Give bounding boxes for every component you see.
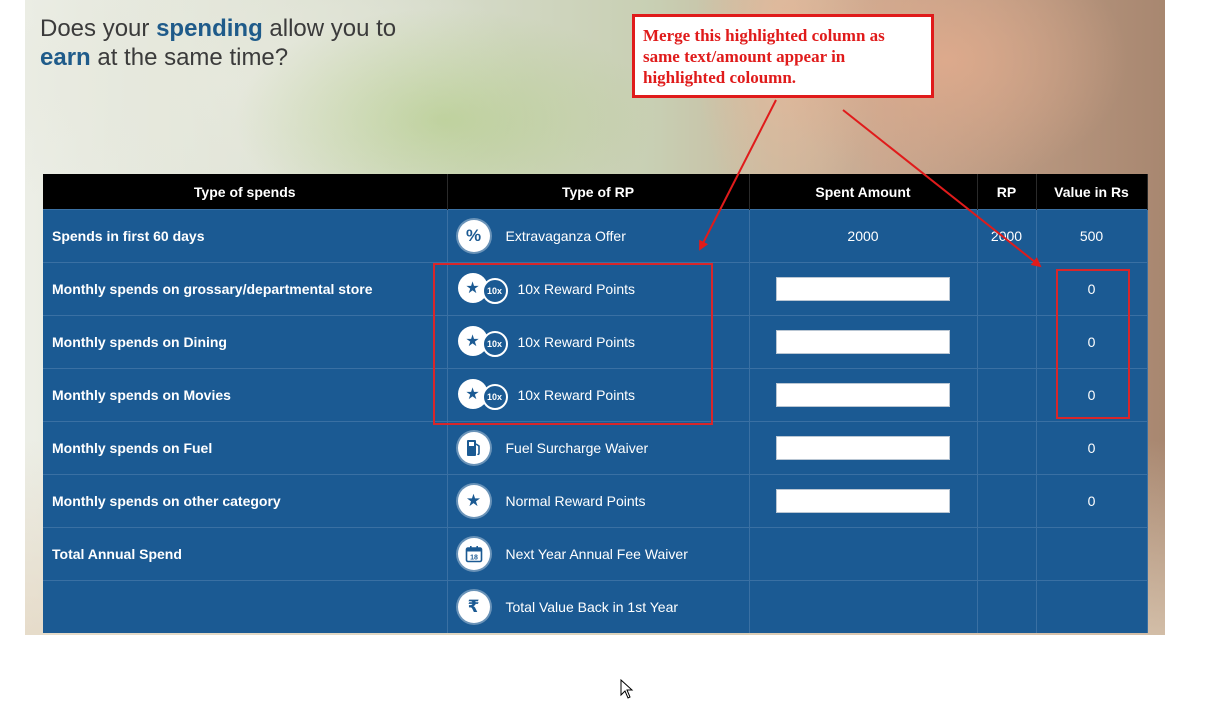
annotation-note: Merge this highlighted column as same te… xyxy=(632,14,934,98)
arrow-to-value-column xyxy=(842,109,1042,268)
mouse-cursor-icon xyxy=(620,679,634,699)
annotation-arrows xyxy=(699,99,1042,268)
arrow-to-rp-column xyxy=(699,99,777,251)
annotation-text: Merge this highlighted column as same te… xyxy=(643,26,885,87)
